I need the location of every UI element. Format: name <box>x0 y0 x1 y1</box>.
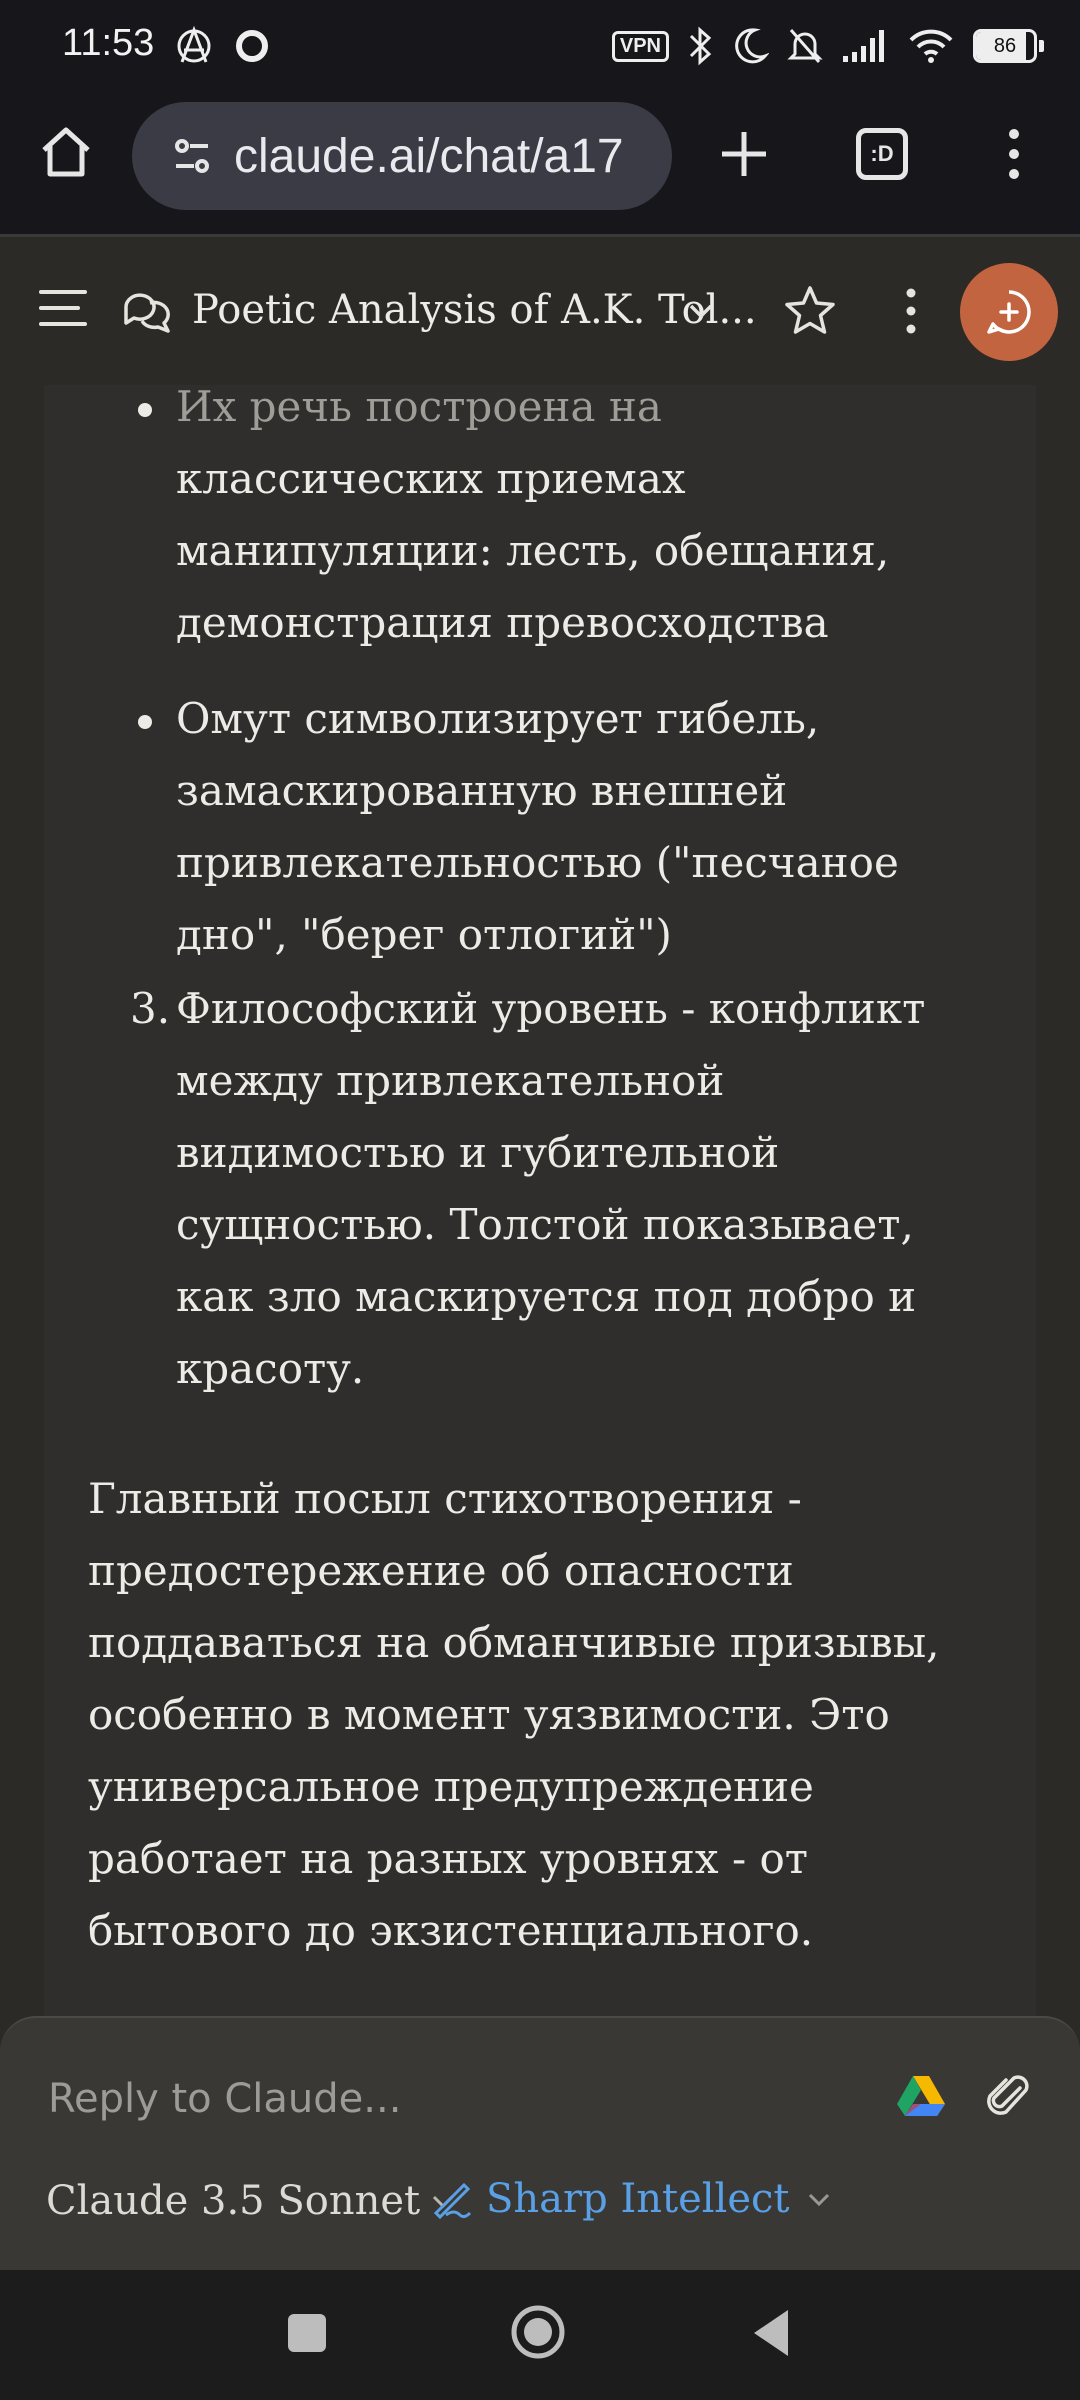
bullet-line: Омут символизирует гибель, <box>176 694 820 743</box>
status-bar: 11:53 VPN 86 <box>0 0 1080 92</box>
style-selector[interactable]: Sharp Intellect <box>432 2176 832 2222</box>
wifi-icon <box>909 29 953 63</box>
google-drive-icon[interactable] <box>896 2074 946 2118</box>
url-text[interactable]: claude.ai/chat/a17 <box>234 129 664 184</box>
bullet-line: демонстрация превосходства <box>176 598 829 647</box>
chat-header: Poetic Analysis of A.K. Tol... <box>0 237 1080 385</box>
chevron-down-icon <box>808 2193 829 2207</box>
status-right-icons: VPN 86 <box>611 26 1044 66</box>
style-name: Sharp Intellect <box>486 2176 790 2222</box>
vpn-badge: VPN <box>611 30 669 62</box>
bullet-line: привлекательностью ("песчаное <box>176 838 899 887</box>
bullet-line: классических приемах <box>176 454 686 503</box>
new-chat-icon <box>987 290 1031 334</box>
recent-apps-button[interactable] <box>288 2314 326 2352</box>
status-time: 11:53 <box>62 22 155 64</box>
bullet-item: Их речь построена на классических приема… <box>176 371 889 659</box>
chevron-down-icon[interactable] <box>686 299 716 323</box>
item-line: сущностью. Толстой показывает, <box>176 1200 914 1249</box>
item-line: как зло маскируется под добро и <box>176 1272 917 1321</box>
conclusion-paragraph: Главный посыл стихотворения - предостере… <box>88 1463 940 1967</box>
back-triangle-icon[interactable] <box>752 2308 792 2358</box>
site-settings-icon[interactable] <box>172 136 212 176</box>
reply-composer: Claude 3.5 Sonnet Sharp Intellect <box>0 2016 1080 2272</box>
item-line: Философский уровень - конфликт <box>176 984 926 1033</box>
tabs-button[interactable]: :D <box>856 128 908 180</box>
home-circle-icon[interactable] <box>510 2304 566 2360</box>
bullet-line: замаскированную внешней <box>176 766 788 815</box>
battery-icon: 86 <box>973 29 1044 63</box>
bullet-line: манипуляции: лесть, обещания, <box>176 526 890 575</box>
bullet-dot <box>138 715 152 729</box>
paragraph-line: работает на разных уровнях - от <box>88 1834 809 1883</box>
moon-icon <box>735 28 769 64</box>
browser-menu-icon[interactable] <box>1000 124 1028 184</box>
chat-panel: Их речь построена на классических приема… <box>44 237 1036 2037</box>
signal-icon <box>843 30 884 62</box>
new-chat-button[interactable] <box>960 263 1058 361</box>
paperclip-icon[interactable] <box>984 2068 1032 2124</box>
bullet-dot <box>138 403 152 417</box>
list-number: 3. <box>130 984 171 1033</box>
paragraph-line: поддаваться на обманчивые призывы, <box>88 1618 940 1667</box>
paragraph-line: особенно в момент уязвимости. Это <box>88 1690 890 1739</box>
paragraph-line: универсальное предупреждение <box>88 1762 814 1811</box>
paragraph-line: предостережение об опасности <box>88 1546 794 1595</box>
browser-toolbar: claude.ai/chat/a17 :D <box>0 92 1080 237</box>
model-name: Claude 3.5 Sonnet <box>46 2178 421 2224</box>
bullet-line: дно", "берег отлогий") <box>176 910 672 959</box>
mute-bell-icon <box>787 29 823 63</box>
bullet-item: Омут символизирует гибель, замаскированн… <box>176 683 899 971</box>
item-line: между привлекательной <box>176 1056 725 1105</box>
new-tab-icon[interactable] <box>716 126 772 182</box>
chat-bubbles-icon <box>124 293 170 333</box>
status-left-icons <box>174 26 272 66</box>
star-icon[interactable] <box>782 283 838 339</box>
numbered-item: Философский уровень - конфликт между при… <box>176 973 925 1405</box>
pen-style-icon <box>433 2182 472 2219</box>
battery-level: 86 <box>993 34 1017 57</box>
home-icon[interactable] <box>36 122 96 182</box>
reply-input[interactable] <box>46 2060 850 2138</box>
model-selector[interactable]: Claude 3.5 Sonnet <box>46 2178 456 2224</box>
item-line: видимостью и губительной <box>176 1128 780 1177</box>
system-nav-bar <box>0 2270 1080 2400</box>
record-icon <box>236 30 268 62</box>
anarchy-icon <box>177 26 211 63</box>
chat-app: Их речь построена на классических приема… <box>0 237 1080 2270</box>
paragraph-line: бытового до экзистенциального. <box>88 1906 814 1955</box>
more-options-icon[interactable] <box>896 283 926 339</box>
paragraph-line: Главный посыл стихотворения - <box>88 1474 802 1523</box>
item-line: красоту. <box>176 1344 365 1393</box>
bluetooth-icon <box>689 26 712 66</box>
hamburger-menu-icon[interactable] <box>38 287 88 329</box>
url-bar[interactable]: claude.ai/chat/a17 <box>132 102 672 210</box>
chat-title[interactable]: Poetic Analysis of A.K. Tol... <box>192 287 757 333</box>
